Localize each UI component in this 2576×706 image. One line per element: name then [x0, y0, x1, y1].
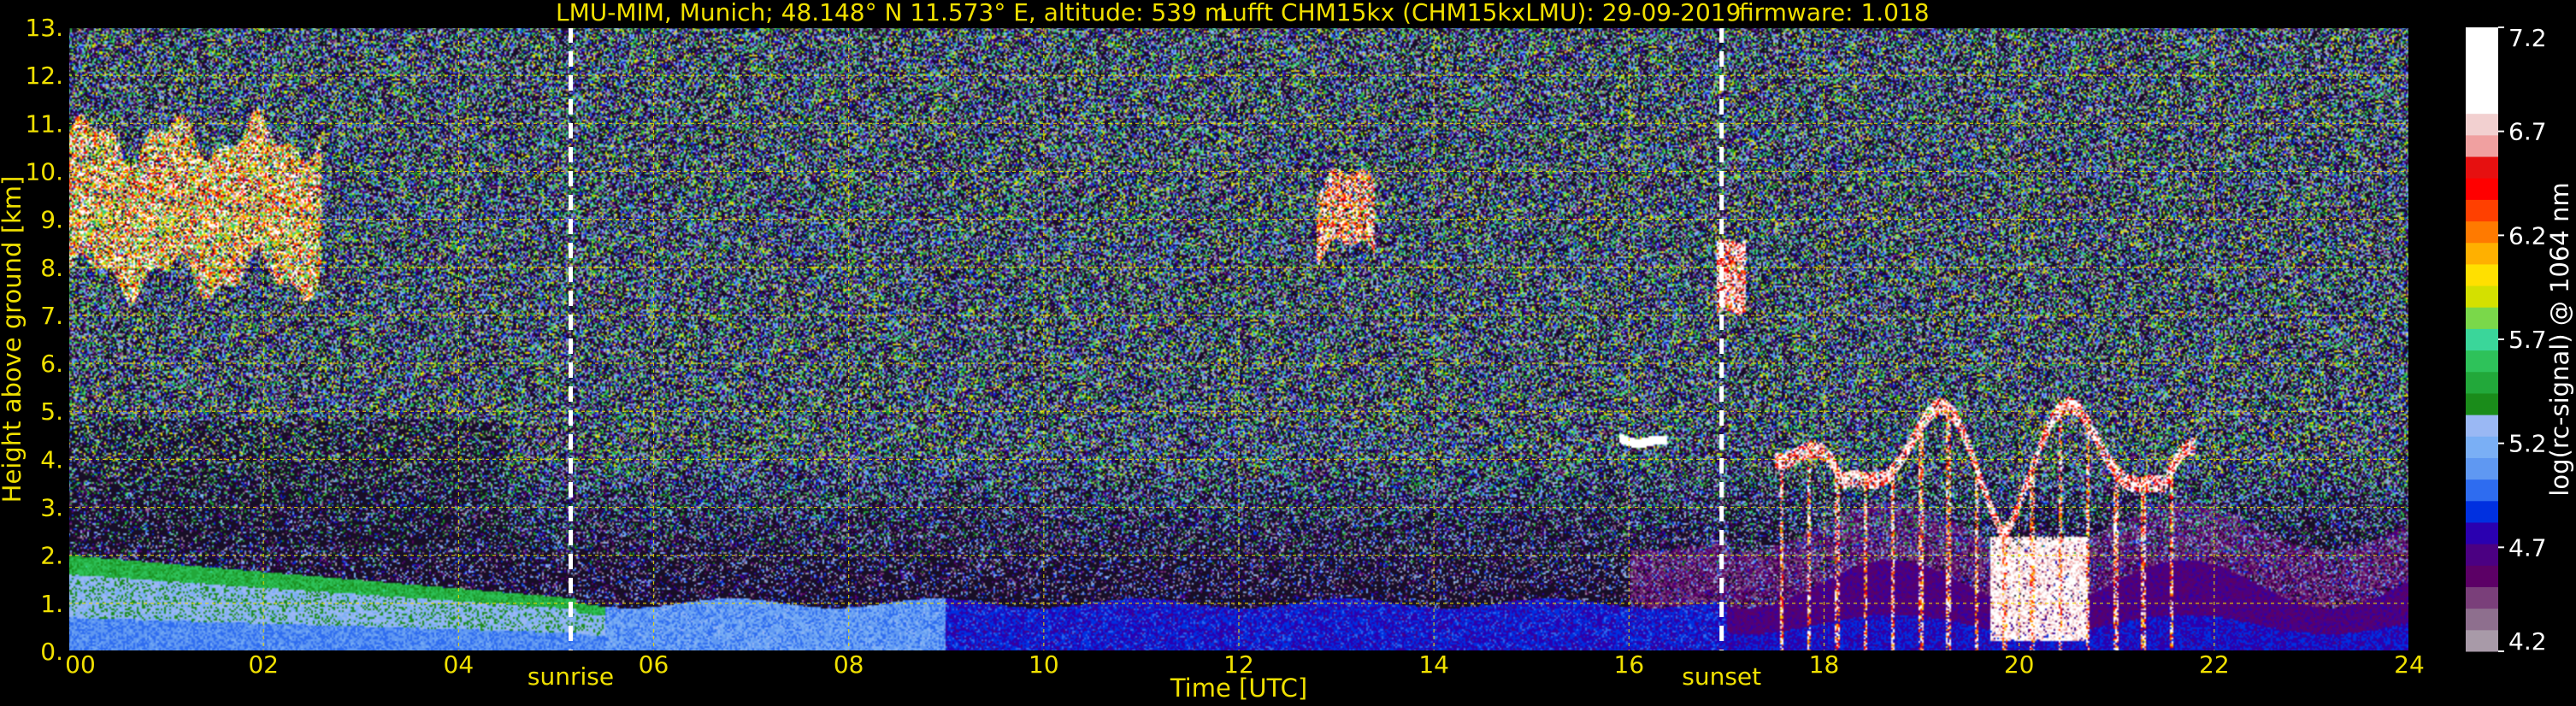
sunset-label: sunset	[1682, 662, 1761, 691]
colorbar-tick-label-0: 4.2	[2508, 627, 2547, 656]
colorbar-swatch-0	[2466, 629, 2498, 652]
y-tick-label-4: 4.	[40, 445, 63, 474]
colorbar-swatch-24	[2466, 113, 2498, 136]
x-tick-label-0: 00	[65, 650, 96, 679]
colorbar-tick-label-4: 6.2	[2508, 221, 2547, 250]
colorbar-swatch-11	[2466, 392, 2498, 415]
colorbar-tick-label-2: 5.2	[2508, 430, 2547, 458]
colorbar-swatch-26	[2466, 70, 2498, 93]
sunrise-label: sunrise	[528, 662, 614, 691]
colorbar-ticks: 4.2 4.7 5.2 5.7 6.2 6.7 7.2	[2498, 24, 2547, 656]
y-axis-label: Height above ground [km]	[0, 176, 27, 503]
colorbar-swatch-15	[2466, 307, 2498, 329]
y-tick-label-2: 2.	[40, 542, 63, 570]
colorbar	[2466, 27, 2498, 652]
colorbar-swatch-23	[2466, 134, 2498, 157]
title-station: LMU-MIM, Munich; 48.148° N 11.573° E, al…	[556, 0, 1228, 26]
colorbar-swatch-27	[2466, 49, 2498, 71]
colorbar-tick-label-5: 6.7	[2508, 118, 2547, 146]
colorbar-swatch-2	[2466, 586, 2498, 609]
y-tick-label-12: 12.	[25, 62, 63, 90]
y-tick-label-7: 7.	[40, 302, 63, 330]
y-tick-label-8: 8.	[40, 254, 63, 282]
colorbar-swatch-19	[2466, 221, 2498, 244]
y-tick-label-9: 9.	[40, 206, 63, 234]
colorbar-tick-label-6: 7.2	[2508, 24, 2547, 52]
colorbar-tick-label-3: 5.7	[2508, 326, 2547, 354]
colorbar-swatch-9	[2466, 436, 2498, 458]
colorbar-swatch-3	[2466, 565, 2498, 587]
colorbar-swatch-28	[2466, 27, 2498, 50]
x-tick-label-3: 06	[639, 650, 669, 679]
y-tick-label-6: 6.	[40, 350, 63, 378]
colorbar-swatch-1	[2466, 608, 2498, 631]
x-tick-label-12: 24	[2394, 650, 2425, 679]
colorbar-swatch-13	[2466, 350, 2498, 373]
y-tick-label-1: 1.	[40, 590, 63, 618]
colorbar-swatch-4	[2466, 544, 2498, 566]
x-tick-label-11: 22	[2199, 650, 2230, 679]
y-tick-label-5: 5.	[40, 397, 63, 426]
colorbar-swatch-12	[2466, 371, 2498, 394]
colorbar-swatch-14	[2466, 328, 2498, 351]
colorbar-swatch-20	[2466, 199, 2498, 222]
colorbar-swatch-8	[2466, 457, 2498, 480]
x-tick-label-5: 10	[1029, 650, 1059, 679]
x-tick-label-9: 18	[1809, 650, 1840, 679]
y-tick-label-3: 3.	[40, 494, 63, 522]
colorbar-swatch-22	[2466, 156, 2498, 179]
colorbar-swatch-18	[2466, 242, 2498, 265]
colorbar-label: log(rc-signal) @ 1064 nm	[2545, 182, 2574, 496]
colorbar-swatch-25	[2466, 91, 2498, 115]
title-firmware: firmware: 1.018	[1739, 0, 1930, 26]
backscatter-heatmap	[68, 27, 2409, 651]
colorbar-swatch-10	[2466, 415, 2498, 437]
y-tick-label-0: 0.	[40, 638, 63, 666]
chart-title: LMU-MIM, Munich; 48.148° N 11.573° E, al…	[556, 0, 1930, 26]
colorbar-swatch-21	[2466, 178, 2498, 200]
lidar-chart: LMU-MIM, Munich; 48.148° N 11.573° E, al…	[0, 0, 2574, 703]
x-tick-label-4: 08	[834, 650, 864, 679]
colorbar-swatch-5	[2466, 521, 2498, 544]
y-tick-label-13: 13.	[25, 14, 63, 42]
x-tick-label-8: 16	[1614, 650, 1645, 679]
x-tick-label-7: 14	[1418, 650, 1449, 679]
x-tick-label-10: 20	[2004, 650, 2035, 679]
x-axis-label: Time [UTC]	[1170, 674, 1307, 703]
colorbar-swatch-7	[2466, 479, 2498, 502]
colorbar-swatch-16	[2466, 285, 2498, 308]
y-axis-ticks: 0. 1. 2. 3. 4. 5. 6. 7. 8. 9. 10. 11. 12. 13.	[25, 14, 63, 666]
colorbar-swatch-6	[2466, 500, 2498, 523]
event-labels: sunrise sunset	[528, 662, 1761, 691]
colorbar-swatch-17	[2466, 263, 2498, 286]
x-tick-label-2: 04	[444, 650, 475, 679]
y-tick-label-11: 11.	[25, 109, 63, 138]
title-instrument: Lufft CHM15kx (CHM15kxLMU): 29-09-2019	[1219, 0, 1741, 26]
y-tick-label-10: 10.	[25, 157, 63, 185]
x-tick-label-1: 02	[248, 650, 279, 679]
colorbar-tick-label-1: 4.7	[2508, 533, 2547, 562]
plot-area	[68, 26, 2410, 652]
